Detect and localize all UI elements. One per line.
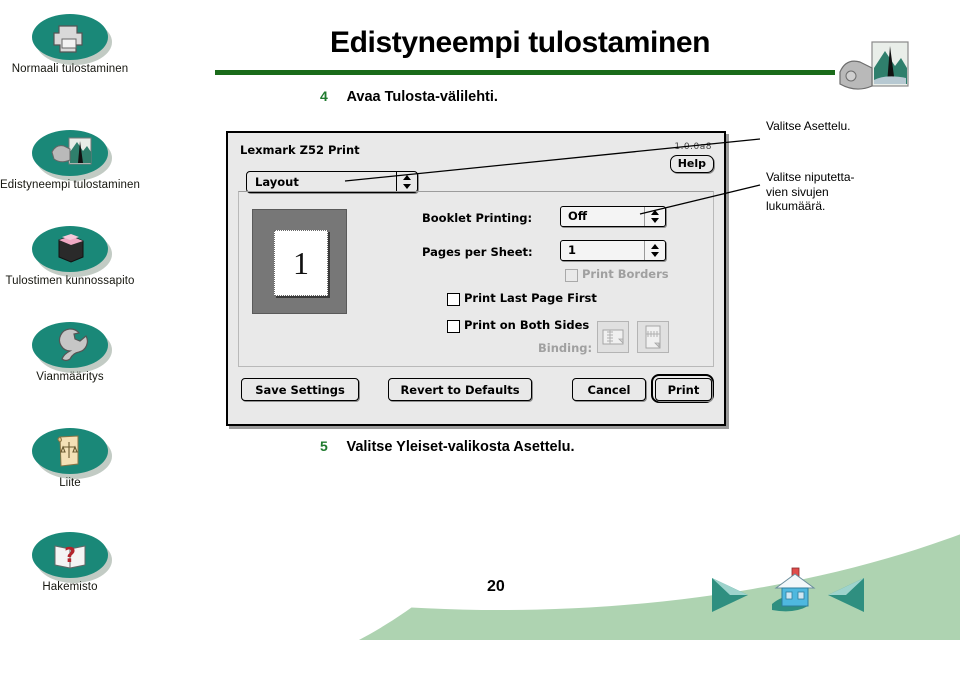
wrench-icon bbox=[32, 322, 108, 368]
scroll-scales-icon bbox=[32, 428, 108, 474]
save-settings-button[interactable]: Save Settings bbox=[241, 378, 359, 401]
title-rule bbox=[215, 70, 835, 75]
sidebar-item-liite[interactable]: Liite bbox=[0, 428, 140, 490]
callout-text: Valitse Asettelu. bbox=[766, 119, 851, 133]
step-5: 5 Valitse Yleiset-valikosta Asettelu. bbox=[320, 438, 575, 456]
svg-text:?: ? bbox=[64, 543, 76, 567]
sidebar-item-label: Tulostimen kunnossapito bbox=[5, 275, 135, 287]
sidebar-item-label: Edistyneempi tulostaminen bbox=[0, 179, 140, 191]
sidebar-item-normaali-tulostaminen[interactable]: Normaali tulostaminen bbox=[0, 14, 140, 76]
ink-cartridge-icon-glyph bbox=[58, 234, 84, 263]
sidebar-item-edistyneempi-tulostaminen[interactable]: Edistyneempi tulostaminen bbox=[0, 130, 140, 192]
callout-leader-lines bbox=[344, 138, 761, 215]
next-arrow-icon[interactable] bbox=[828, 578, 864, 612]
printer-icon bbox=[32, 14, 108, 60]
page-number: 20 bbox=[487, 578, 505, 595]
back-arrow-icon[interactable] bbox=[712, 578, 748, 612]
camera-photo-icon-glyph bbox=[51, 137, 92, 165]
callout-valitse-asettelu: Valitse Asettelu. bbox=[766, 119, 886, 134]
sidebar-item-label: Liite bbox=[59, 477, 81, 489]
question-book-icon: ? bbox=[32, 532, 108, 578]
sidebar-item-label: Vianmääritys bbox=[36, 371, 104, 383]
step-number: 5 bbox=[320, 438, 328, 454]
scroll-scales-icon-glyph bbox=[57, 435, 79, 467]
sidebar-item-vianmaaritys[interactable]: Vianmääritys bbox=[0, 322, 140, 384]
camera-photo-icon bbox=[839, 41, 909, 90]
revert-to-defaults-button[interactable]: Revert to Defaults bbox=[388, 378, 532, 401]
printer-icon-glyph bbox=[53, 25, 83, 53]
home-icon[interactable] bbox=[772, 567, 816, 612]
step-text: Valitse Yleiset-valikosta Asettelu. bbox=[346, 439, 575, 455]
step-4: 4 Avaa Tulosta-välilehti. bbox=[320, 88, 498, 106]
ink-cartridge-icon bbox=[32, 226, 108, 272]
print-button[interactable]: Print bbox=[655, 378, 712, 401]
sidebar-item-hakemisto[interactable]: ? Hakemisto bbox=[0, 532, 140, 594]
sidebar-item-tulostimen-kunnossapito[interactable]: Tulostimen kunnossapito bbox=[0, 226, 140, 288]
callout-valitse-lukumaara: Valitse niputetta- vien sivujen lukumäär… bbox=[766, 170, 866, 214]
step-text: Avaa Tulosta-välilehti. bbox=[346, 89, 498, 105]
sidebar-item-label: Hakemisto bbox=[42, 581, 98, 593]
wrench-icon-glyph bbox=[58, 328, 88, 362]
question-book-icon-glyph: ? bbox=[54, 543, 86, 569]
sidebar-item-label: Normaali tulostaminen bbox=[11, 63, 129, 75]
page-title: Edistyneempi tulostaminen bbox=[330, 26, 711, 59]
step-number: 4 bbox=[320, 88, 328, 104]
callout-text: Valitse niputetta- vien sivujen lukumäär… bbox=[766, 170, 855, 213]
footer-navigation bbox=[712, 567, 864, 612]
camera-photo-icon bbox=[32, 130, 108, 176]
sidebar: Normaali tulostaminen Edistyneempi tulos… bbox=[0, 0, 140, 640]
cancel-button[interactable]: Cancel bbox=[572, 378, 646, 401]
